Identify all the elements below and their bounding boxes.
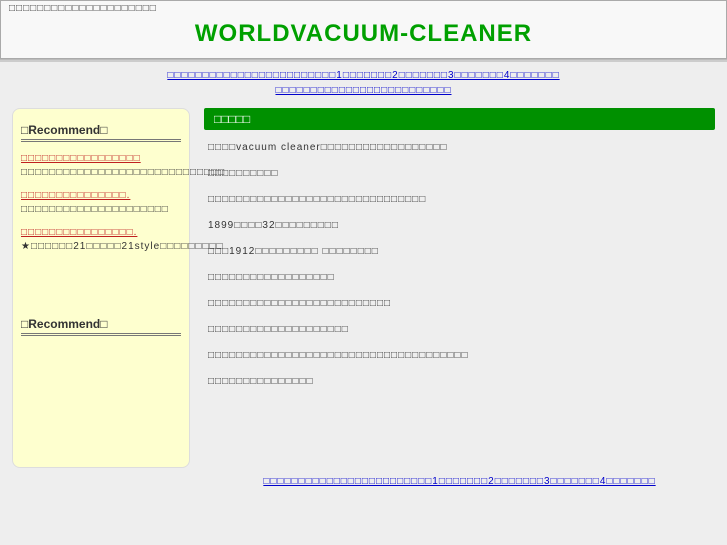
sidebar-heading-2: □Recommend□ <box>21 317 181 331</box>
para: □□□□□□□□□□□□□□□□□□ <box>208 270 711 286</box>
para: □□□□□□□□□□□□□□□ <box>208 374 711 390</box>
nav-link-row-bottom[interactable]: □□□□□□□□□□□□□□□□□□□□□□□□1□□□□□□□2□□□□□□□… <box>263 476 655 487</box>
sidebar: □Recommend□ □□□□□□□□□□□□□□□□□ □□□□□□□□□□… <box>12 108 190 468</box>
recommend-item: □□□□□□□□□□□□□□□□. ★□□□□□□21□□□□□21style□… <box>21 226 181 253</box>
sidebar-rule <box>21 139 181 142</box>
main-content: □□□□□ □□□□vacuum cleaner□□□□□□□□□□□□□□□□… <box>204 108 715 499</box>
nav-link-row-2[interactable]: □□□□□□□□□□□□□□□□□□□□□□□□□ <box>275 85 451 96</box>
recommend-desc: ★□□□□□□21□□□□□21style□□□□□□□□□ <box>21 241 224 252</box>
article-body: □□□□vacuum cleaner□□□□□□□□□□□□□□□□□□ □□□… <box>204 130 715 390</box>
sidebar-heading-1: □Recommend□ <box>21 123 181 137</box>
header-bar: □□□□□□□□□□□□□□□□□□□□□ WORLDVACUUM-CLEANE… <box>0 0 727 59</box>
para: 1899□□□□32□□□□□□□□□ <box>208 218 711 234</box>
para: □□□□□□□□□□ <box>208 166 711 182</box>
recommend-link[interactable]: □□□□□□□□□□□□□□□□□ <box>21 153 141 164</box>
top-nav: □□□□□□□□□□□□□□□□□□□□□□□□1□□□□□□□2□□□□□□□… <box>0 62 727 108</box>
header-subtitle: □□□□□□□□□□□□□□□□□□□□□ <box>9 3 718 14</box>
recommend-desc: □□□□□□□□□□□□□□□□□□□□□□□□□□□□□ <box>21 167 225 178</box>
section-title-bar: □□□□□ <box>204 108 715 130</box>
recommend-link[interactable]: □□□□□□□□□□□□□□□□. <box>21 227 137 238</box>
recommend-item: □□□□□□□□□□□□□□□. □□□□□□□□□□□□□□□□□□□□□ <box>21 189 181 216</box>
nav-link-row-1[interactable]: □□□□□□□□□□□□□□□□□□□□□□□□1□□□□□□□2□□□□□□□… <box>167 70 559 81</box>
sidebar-rule <box>21 333 181 336</box>
para: □□□□□□□□□□□□□□□□□□□□ <box>208 322 711 338</box>
recommend-link[interactable]: □□□□□□□□□□□□□□□. <box>21 190 130 201</box>
para: □□□□□□□□□□□□□□□□□□□□□□□□□□ <box>208 296 711 312</box>
site-title: WORLDVACUUM-CLEANER <box>9 14 718 58</box>
recommend-desc: □□□□□□□□□□□□□□□□□□□□□ <box>21 204 169 215</box>
para: □□□□vacuum cleaner□□□□□□□□□□□□□□□□□□ <box>208 140 711 156</box>
bottom-nav: □□□□□□□□□□□□□□□□□□□□□□□□1□□□□□□□2□□□□□□□… <box>204 470 715 499</box>
para: □□□□□□□□□□□□□□□□□□□□□□□□□□□□□□□ <box>208 192 711 208</box>
recommend-item: □□□□□□□□□□□□□□□□□ □□□□□□□□□□□□□□□□□□□□□□… <box>21 152 181 179</box>
para: □□□1912□□□□□□□□□ □□□□□□□□ <box>208 244 711 260</box>
para: □□□□□□□□□□□□□□□□□□□□□□□□□□□□□□□□□□□□□ <box>208 348 711 364</box>
